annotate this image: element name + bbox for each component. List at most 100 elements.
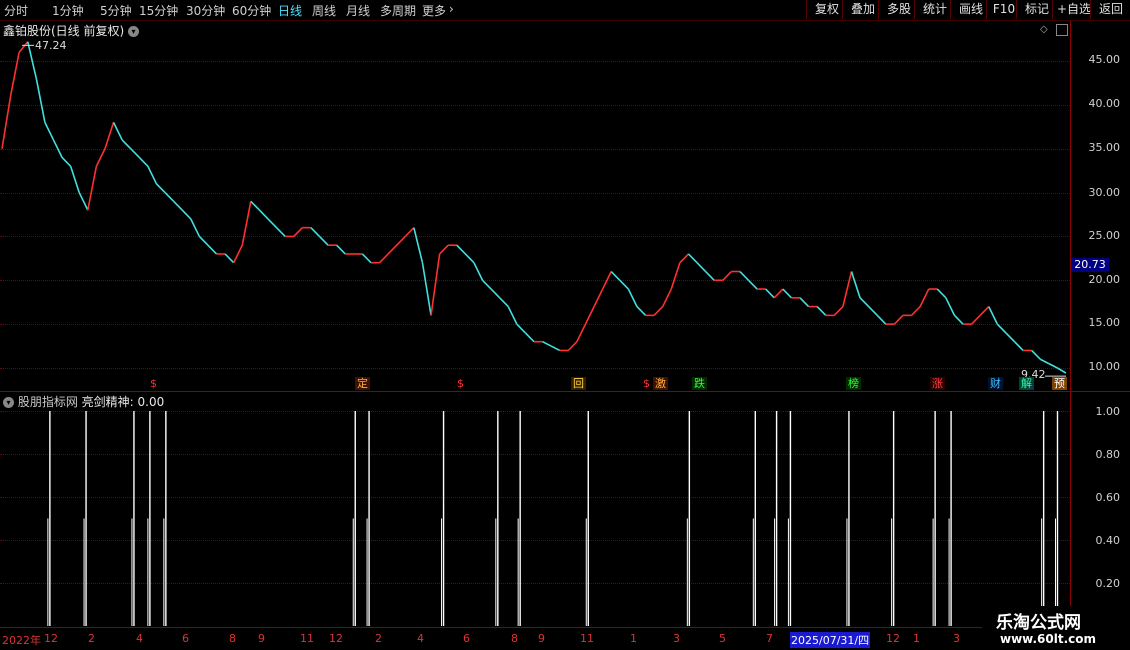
overlay-button[interactable]: 叠加 xyxy=(842,0,883,19)
signal-marker[interactable]: 解 xyxy=(1019,377,1034,390)
tab-more[interactable]: 更多 xyxy=(422,2,446,19)
signal-marker[interactable]: 跌 xyxy=(692,377,707,390)
price-segment xyxy=(464,253,475,264)
price-segment xyxy=(61,156,72,167)
price-segment xyxy=(1039,358,1050,365)
price-segment xyxy=(1048,362,1058,369)
price-segment xyxy=(945,297,956,316)
price-segment xyxy=(207,244,218,255)
price-segment xyxy=(413,227,424,263)
price-segment xyxy=(69,166,80,193)
price-segment xyxy=(361,253,372,264)
price-segment xyxy=(593,288,604,307)
price-segment xyxy=(95,148,106,167)
price-segment xyxy=(1013,341,1024,352)
indicator-chart xyxy=(47,411,1059,626)
signal-marker[interactable]: $ xyxy=(455,377,466,390)
stats-button[interactable]: 统计 xyxy=(914,0,955,19)
price-segment xyxy=(524,332,535,343)
price-segment xyxy=(404,227,415,237)
y-tick-label: 45.00 xyxy=(1088,53,1121,66)
x-tick-label: 12 xyxy=(329,632,343,645)
y-tick-label: 15.00 xyxy=(1088,316,1121,329)
price-segment xyxy=(516,323,526,334)
tab-daily[interactable]: 日线 xyxy=(278,2,302,19)
price-segment xyxy=(130,148,140,159)
price-segment xyxy=(876,314,887,325)
price-segment xyxy=(627,288,638,307)
tab-multi-period[interactable]: 多周期 xyxy=(380,2,416,19)
tab-fenshi[interactable]: 分时 xyxy=(4,2,28,19)
price-segment xyxy=(378,253,389,264)
price-segment xyxy=(181,209,192,220)
watermark-name: 乐淘公式网 xyxy=(996,613,1081,633)
back-button[interactable]: 返回 xyxy=(1090,0,1130,19)
price-segment xyxy=(936,288,947,299)
tab-15min[interactable]: 15分钟 xyxy=(139,2,178,19)
price-segment xyxy=(773,288,784,299)
price-segment xyxy=(550,345,561,352)
price-segment xyxy=(816,306,827,316)
tab-1min[interactable]: 1分钟 xyxy=(52,2,84,19)
price-segment xyxy=(705,270,715,281)
draw-button[interactable]: 画线 xyxy=(950,0,991,19)
x-tick-label: 6 xyxy=(463,632,470,645)
price-segment xyxy=(507,306,518,325)
price-segment xyxy=(121,139,132,150)
high-price-label: 47.24 xyxy=(35,39,67,52)
x-tick-label: 3 xyxy=(953,632,960,645)
y-tick-label: 35.00 xyxy=(1088,141,1121,154)
price-segment xyxy=(112,122,123,141)
signal-marker[interactable]: 预 xyxy=(1052,377,1067,390)
signal-marker[interactable]: $ xyxy=(148,377,159,390)
price-segment xyxy=(293,227,303,237)
signal-marker[interactable]: 涨 xyxy=(930,377,945,390)
x-tick-label: 6 xyxy=(182,632,189,645)
y-tick-label: 10.00 xyxy=(1088,360,1121,373)
price-segment xyxy=(542,340,552,347)
signal-marker[interactable]: 定 xyxy=(355,377,370,390)
mark-button[interactable]: 标记 xyxy=(1016,0,1057,19)
price-segment xyxy=(833,306,844,316)
tab-weekly[interactable]: 周线 xyxy=(312,2,336,19)
price-segment xyxy=(747,279,758,290)
x-tick-label: 1 xyxy=(630,632,637,645)
x-tick-label: 8 xyxy=(229,632,236,645)
signal-marker[interactable]: 财 xyxy=(988,377,1003,390)
chevron-right-icon[interactable]: › xyxy=(449,2,454,16)
price-segment xyxy=(1057,367,1067,374)
multi-stock-button[interactable]: 多股 xyxy=(878,0,919,19)
x-tick-label: 2 xyxy=(88,632,95,645)
x-tick-label: 2022年 xyxy=(2,634,41,647)
price-segment xyxy=(859,297,870,308)
tab-monthly[interactable]: 月线 xyxy=(346,2,370,19)
x-tick-label: 2 xyxy=(375,632,382,645)
price-segment xyxy=(610,270,621,281)
price-segment xyxy=(421,262,432,316)
add-watchlist-button[interactable]: +自选 xyxy=(1052,0,1095,19)
y-tick-label: 0.80 xyxy=(1095,448,1121,461)
x-tick-label: 9 xyxy=(258,632,265,645)
signal-marker[interactable]: 回 xyxy=(571,377,586,390)
watermark-url: www.60lt.com xyxy=(1000,632,1097,646)
signal-marker[interactable]: 榜 xyxy=(846,377,861,390)
price-segment xyxy=(258,209,269,220)
price-segment xyxy=(232,244,243,264)
x-tick-label: 11 xyxy=(300,632,314,645)
signal-marker[interactable]: $ xyxy=(641,377,652,390)
price-segment xyxy=(971,314,981,325)
price-segment xyxy=(619,279,629,290)
tab-60min[interactable]: 60分钟 xyxy=(232,2,271,19)
price-segment xyxy=(893,314,904,325)
adjust-button[interactable]: 复权 xyxy=(806,0,847,19)
tab-30min[interactable]: 30分钟 xyxy=(186,2,225,19)
price-segment xyxy=(190,218,201,237)
price-segment xyxy=(661,288,673,307)
price-segment xyxy=(1005,332,1016,343)
x-tick-label: 4 xyxy=(136,632,143,645)
tab-5min[interactable]: 5分钟 xyxy=(100,2,132,19)
signal-marker[interactable]: 激 xyxy=(653,377,668,390)
x-tick-label: 12 xyxy=(886,632,900,645)
y-tick-label: 20.00 xyxy=(1088,273,1121,286)
price-segment xyxy=(318,235,329,246)
